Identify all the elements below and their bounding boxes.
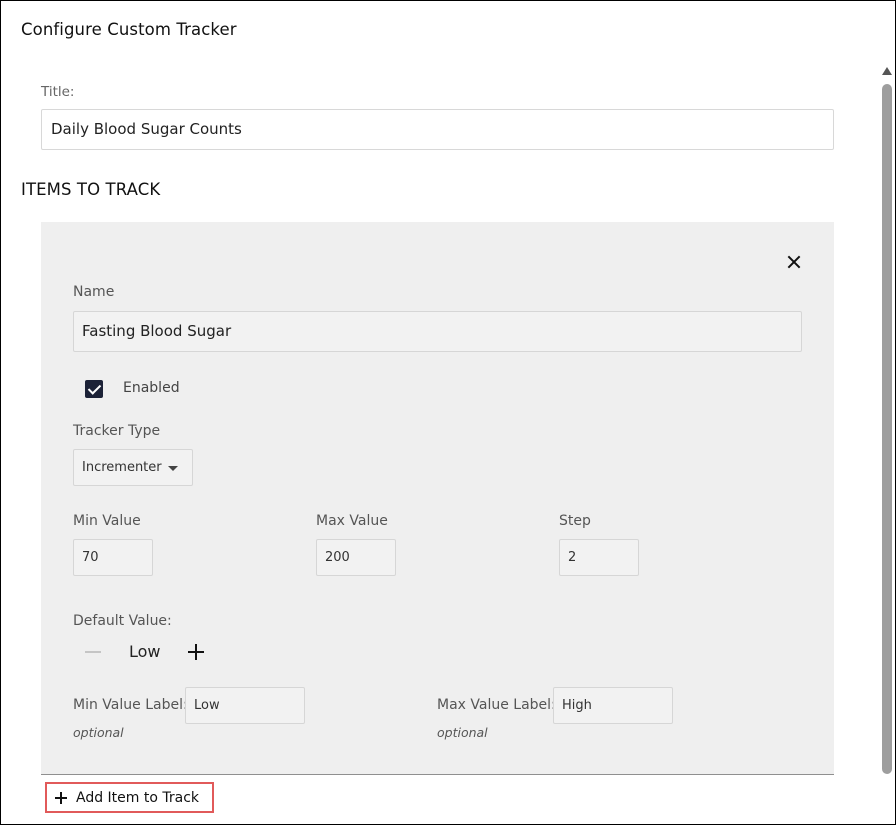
min-value-label-input[interactable]: Low bbox=[185, 687, 305, 724]
max-label-optional-hint: optional bbox=[437, 725, 488, 740]
title-input[interactable]: Daily Blood Sugar Counts bbox=[41, 109, 834, 150]
min-value-label: Min Value bbox=[73, 513, 141, 529]
enabled-checkbox[interactable] bbox=[85, 380, 103, 398]
scroll-thumb[interactable] bbox=[882, 84, 892, 774]
max-value-label-caption: Max Value Label: bbox=[437, 697, 556, 713]
name-input[interactable]: Fasting Blood Sugar bbox=[73, 311, 802, 352]
add-item-button[interactable]: Add Item to Track bbox=[45, 782, 214, 813]
max-value-label-input[interactable]: High bbox=[553, 687, 673, 724]
increment-button[interactable] bbox=[188, 644, 204, 660]
caret-down-icon bbox=[168, 466, 178, 471]
scroll-up-arrow-icon[interactable] bbox=[882, 67, 892, 75]
min-label-optional-hint: optional bbox=[73, 725, 124, 740]
tracker-type-label: Tracker Type bbox=[73, 423, 161, 439]
tracker-type-select[interactable]: Incrementer bbox=[73, 449, 193, 486]
default-value-display: Low bbox=[129, 642, 161, 661]
items-to-track-heading: ITEMS TO TRACK bbox=[21, 180, 161, 199]
max-value-label: Max Value bbox=[316, 513, 388, 529]
min-value-input[interactable]: 70 bbox=[73, 539, 153, 576]
dialog-title: Configure Custom Tracker bbox=[21, 20, 237, 39]
vertical-scrollbar[interactable] bbox=[881, 67, 893, 824]
default-value-label: Default Value: bbox=[73, 613, 172, 629]
decrement-button[interactable] bbox=[85, 651, 101, 653]
plus-icon bbox=[55, 792, 67, 804]
tracked-item-panel: Name Fasting Blood Sugar Enabled Tracker… bbox=[41, 222, 834, 775]
tracker-type-value: Incrementer bbox=[82, 460, 162, 475]
title-label: Title: bbox=[41, 84, 75, 100]
name-label: Name bbox=[73, 284, 115, 300]
add-item-label: Add Item to Track bbox=[76, 790, 200, 806]
enabled-label: Enabled bbox=[123, 380, 180, 396]
step-input[interactable]: 2 bbox=[559, 539, 639, 576]
min-value-label-caption: Min Value Label: bbox=[73, 697, 188, 713]
step-label: Step bbox=[559, 513, 591, 529]
max-value-input[interactable]: 200 bbox=[316, 539, 396, 576]
configure-tracker-dialog: Configure Custom Tracker Title: Daily Bl… bbox=[0, 0, 896, 825]
close-icon[interactable] bbox=[786, 254, 802, 270]
